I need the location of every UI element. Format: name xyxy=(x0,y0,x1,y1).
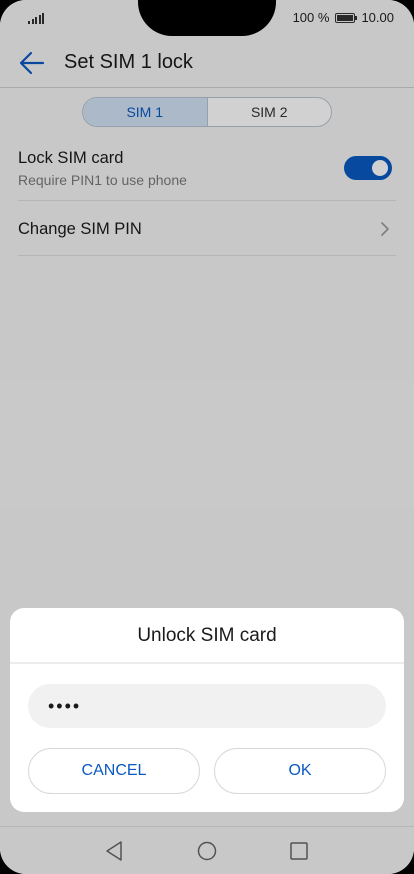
ok-button[interactable]: OK xyxy=(214,748,386,794)
unlock-sim-dialog: Unlock SIM card •••• CANCEL OK xyxy=(10,608,404,812)
cancel-button[interactable]: CANCEL xyxy=(28,748,200,794)
dialog-title: Unlock SIM card xyxy=(137,625,277,646)
phone-screen: 100 % 10.00 Set SIM 1 lock SIM 1 SIM 2 L… xyxy=(0,0,414,874)
dialog-divider xyxy=(10,662,404,664)
pin-input[interactable]: •••• xyxy=(28,684,386,728)
